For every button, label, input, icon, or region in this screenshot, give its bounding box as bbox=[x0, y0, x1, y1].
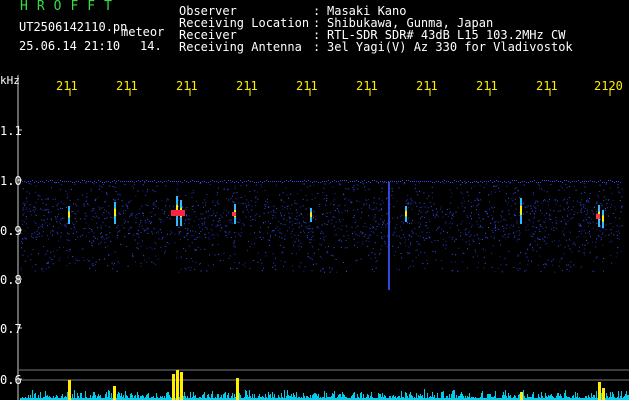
time-tick-7: 211 bbox=[416, 79, 438, 93]
time-tick-1: 211 bbox=[56, 79, 78, 93]
time-tick-8: 211 bbox=[476, 79, 498, 93]
time-tick-5: 211 bbox=[296, 79, 318, 93]
freq-label-0-6: 0.6 bbox=[0, 373, 22, 387]
time-tick-3: 211 bbox=[176, 79, 198, 93]
time-tick-2: 211 bbox=[116, 79, 138, 93]
time-tick-4: 211 bbox=[236, 79, 258, 93]
khz-unit-label: kHz bbox=[0, 74, 20, 87]
time-tick-9: 211 bbox=[536, 79, 558, 93]
freq-label-1-1: 1.1 bbox=[0, 124, 22, 138]
freq-label-0-7: 0.7 bbox=[0, 322, 22, 336]
freq-label-0-9: 0.9 bbox=[0, 224, 22, 238]
freq-label-0-8: 0.8 bbox=[0, 273, 22, 287]
waterfall-spectrogram bbox=[17, 75, 629, 400]
time-tick-6: 211 bbox=[356, 79, 378, 93]
time-tick-10: 2120 bbox=[594, 79, 623, 93]
freq-label-1-0: 1.0 bbox=[0, 174, 22, 188]
